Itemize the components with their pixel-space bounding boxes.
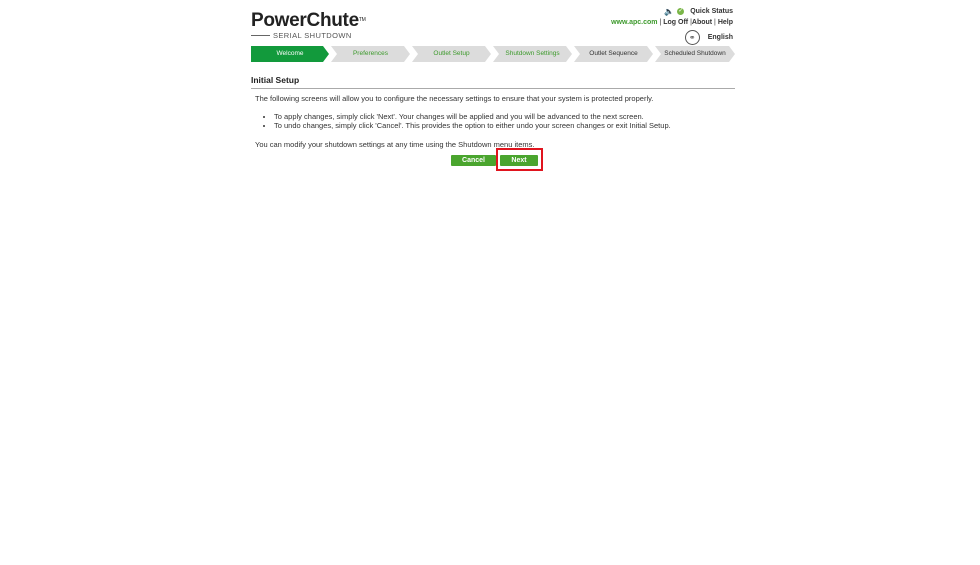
help-link[interactable]: Help bbox=[718, 19, 733, 26]
step-scheduled-shutdown: Scheduled Shutdown bbox=[655, 46, 735, 62]
speaker-icon[interactable]: 🔈 bbox=[664, 6, 674, 17]
list-item: To apply changes, simply click 'Next'. Y… bbox=[274, 112, 671, 121]
intro-text: The following screens will allow you to … bbox=[255, 94, 654, 103]
header-links: www.apc.com | Log Off |About | Help bbox=[611, 17, 733, 28]
modify-note: You can modify your shutdown settings at… bbox=[255, 140, 535, 149]
cancel-button[interactable]: Cancel bbox=[451, 155, 496, 166]
log-off-link[interactable]: Log Off bbox=[663, 19, 688, 26]
step-preferences: Preferences bbox=[331, 46, 410, 62]
next-highlight-box bbox=[496, 148, 543, 171]
language-selector[interactable]: ⚭ English bbox=[611, 30, 733, 45]
language-label[interactable]: English bbox=[708, 32, 733, 43]
globe-icon[interactable]: ⚭ bbox=[684, 30, 700, 45]
step-outlet-setup: Outlet Setup bbox=[412, 46, 491, 62]
logo-title: PowerChute bbox=[251, 10, 359, 31]
header-utility: 🔈 ✓ Quick Status www.apc.com | Log Off |… bbox=[611, 6, 733, 45]
quick-status-label[interactable]: Quick Status bbox=[690, 6, 733, 17]
wizard-steps: Welcome Preferences Outlet Setup Shutdow… bbox=[251, 46, 735, 62]
logo-divider bbox=[251, 35, 270, 36]
step-welcome: Welcome bbox=[251, 46, 329, 62]
logo-trademark: TM bbox=[358, 17, 366, 23]
apc-site-link[interactable]: www.apc.com bbox=[611, 19, 657, 26]
quick-status[interactable]: 🔈 ✓ Quick Status bbox=[611, 6, 733, 17]
about-link[interactable]: About bbox=[692, 19, 712, 26]
step-shutdown-settings: Shutdown Settings bbox=[493, 46, 572, 62]
product-logo: PowerChuteTM SERIAL SHUTDOWN bbox=[251, 10, 366, 40]
status-ok-icon: ✓ bbox=[677, 8, 685, 15]
page-title: Initial Setup bbox=[251, 75, 735, 89]
instruction-list: To apply changes, simply click 'Next'. Y… bbox=[264, 112, 671, 130]
step-outlet-sequence: Outlet Sequence bbox=[574, 46, 653, 62]
logo-subtitle: SERIAL SHUTDOWN bbox=[273, 31, 352, 40]
list-item: To undo changes, simply click 'Cancel'. … bbox=[274, 121, 671, 130]
